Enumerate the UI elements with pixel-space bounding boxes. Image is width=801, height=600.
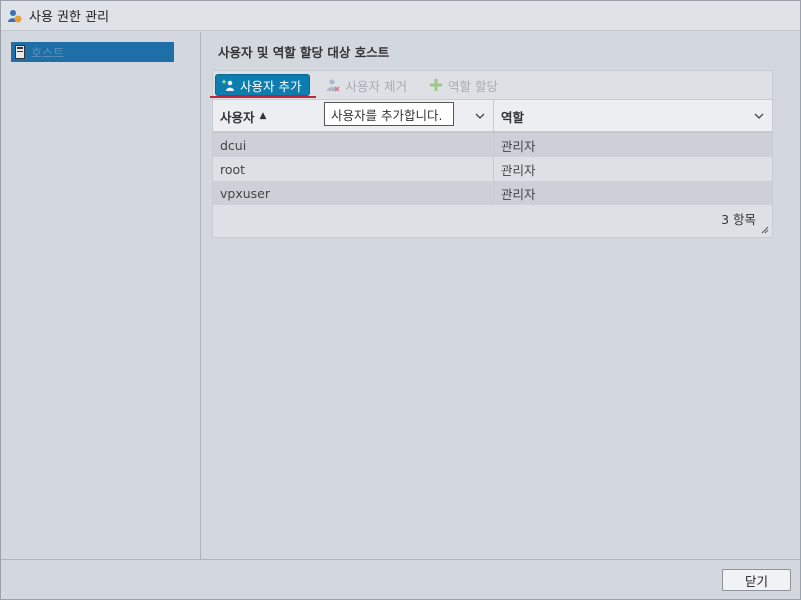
resize-grip-icon[interactable] [761, 226, 769, 234]
sidebar-item-label: 호스트 [31, 45, 65, 60]
add-user-button[interactable]: 사용자 추가 [210, 74, 316, 98]
sort-ascending-icon: ▲ [259, 111, 267, 121]
main-content: 사용자 및 역할 할당 대상 호스트 사용자 추가 사용자 제거 역할 할당 사… [202, 32, 800, 559]
column-header-role[interactable]: 역할 [494, 100, 772, 132]
column-role-label: 역할 [501, 109, 525, 125]
cell-user: dcui [213, 133, 494, 157]
permissions-dialog: 사용 권한 관리 호스트 사용자 및 역할 할당 대상 호스트 사용자 추가 사… [0, 0, 801, 600]
close-button[interactable]: 닫기 [722, 569, 791, 591]
title-bar: 사용 권한 관리 [1, 1, 800, 31]
assign-role-label: 역할 할당 [447, 78, 498, 94]
cell-role: 관리자 [501, 162, 536, 178]
add-user-label: 사용자 추가 [240, 78, 302, 94]
remove-user-label: 사용자 제거 [345, 78, 407, 94]
section-title: 사용자 및 역할 할당 대상 호스트 [218, 45, 390, 60]
host-icon [15, 45, 25, 59]
plus-icon [429, 79, 442, 91]
sidebar: 호스트 [1, 32, 201, 559]
table-row[interactable]: vpxuser 관리자 [213, 181, 772, 205]
add-user-icon [222, 79, 234, 91]
column-user-label: 사용자 [220, 109, 255, 125]
item-count: 3 항목 [721, 212, 756, 227]
chevron-down-icon[interactable] [475, 111, 485, 121]
cell-role: 관리자 [501, 138, 536, 154]
cell-user: root [213, 157, 494, 181]
dialog-footer: 닫기 [1, 559, 800, 599]
chevron-down-icon[interactable] [754, 111, 764, 121]
assign-role-button[interactable]: 역할 할당 [423, 74, 504, 96]
toolbar: 사용자 추가 사용자 제거 역할 할당 [210, 71, 772, 99]
grid-header: 사용자 ▲ 역할 [213, 99, 772, 133]
window-title: 사용 권한 관리 [29, 10, 110, 25]
focus-underline [210, 96, 316, 98]
user-permissions-icon [8, 9, 22, 22]
remove-user-button[interactable]: 사용자 제거 [320, 74, 412, 96]
sidebar-item-host[interactable]: 호스트 [11, 42, 174, 62]
cell-role: 관리자 [501, 186, 536, 202]
grid-rows: dcui 관리자 root 관리자 vpxuser 관리자 [213, 133, 772, 205]
remove-user-icon [327, 79, 341, 92]
cell-user: vpxuser [213, 181, 494, 205]
table-row[interactable]: root 관리자 [213, 157, 772, 181]
users-panel: 사용자 추가 사용자 제거 역할 할당 사용자 ▲ 역할 dcui 관리자 ro… [210, 70, 773, 238]
add-user-tooltip: 사용자를 추가합니다. [324, 102, 454, 126]
table-row[interactable]: dcui 관리자 [213, 133, 772, 157]
